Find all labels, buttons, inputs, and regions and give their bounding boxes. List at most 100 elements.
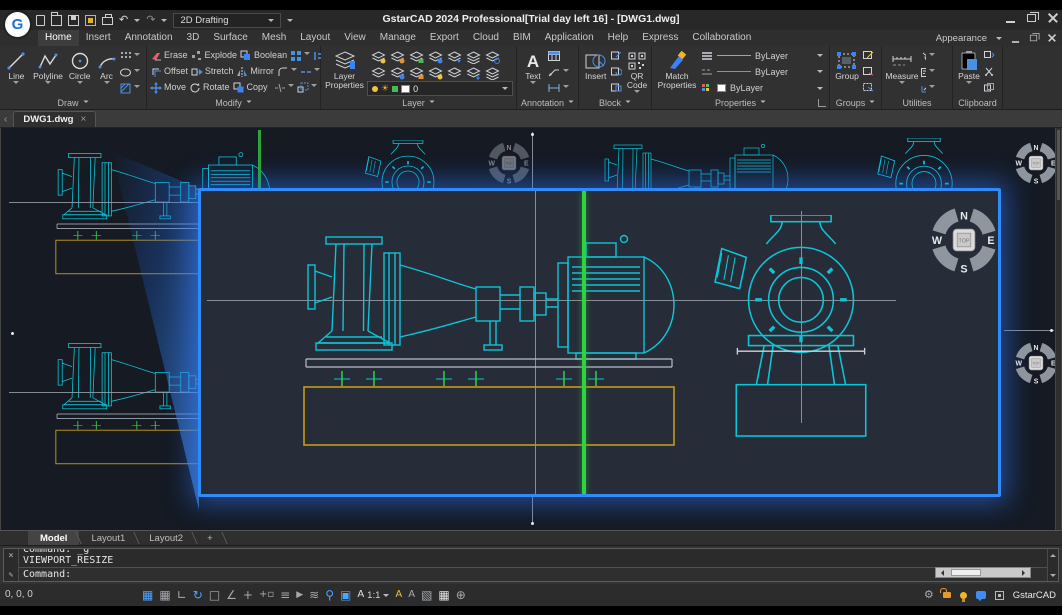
viewport-green-highlight-line[interactable] <box>582 191 586 497</box>
qr-code-button[interactable]: QR Code <box>626 48 648 96</box>
line-button[interactable]: Line <box>3 48 30 96</box>
add-layout-button[interactable]: + <box>195 531 225 545</box>
angle-snap-icon[interactable]: ∠ <box>226 589 237 601</box>
move-button[interactable]: Move <box>164 82 186 92</box>
zoom-tool-icon[interactable]: ⚲ <box>325 589 334 601</box>
layer-isolate-icon[interactable]: ≋ <box>309 589 319 601</box>
object-tracking-icon[interactable]: +▫ <box>259 589 274 601</box>
doc-close-icon[interactable] <box>1048 34 1056 42</box>
drawing-canvas[interactable]: N S W E TOP <box>0 128 1062 530</box>
ortho-mode-icon[interactable]: ∟ <box>177 589 187 601</box>
trim-chevron-icon[interactable] <box>288 84 294 90</box>
tab-home[interactable]: Home <box>38 30 79 46</box>
doc-restore-icon[interactable] <box>1030 35 1037 41</box>
paste-button[interactable]: Paste <box>956 48 982 96</box>
scrollbar-thumb[interactable] <box>1057 130 1060 200</box>
tab-mesh[interactable]: Mesh <box>255 30 293 46</box>
panel-clipboard-label[interactable]: Clipboard <box>953 96 1002 109</box>
layer-bulb-icon[interactable] <box>372 86 378 92</box>
table-cells-icon[interactable]: ▦ <box>438 589 449 601</box>
redo-chevron-icon[interactable] <box>161 19 167 25</box>
layer-on-icon[interactable] <box>371 51 382 62</box>
command-edit-icon[interactable]: ✎ <box>9 570 14 579</box>
leader-button[interactable] <box>548 64 574 80</box>
snap-mode-icon[interactable]: ▦ <box>142 589 153 601</box>
offset-button[interactable]: Offset <box>164 66 188 76</box>
viewport-pump-end-view[interactable] <box>706 215 896 455</box>
tab-annotation[interactable]: Annotation <box>118 30 180 46</box>
layer-isolate-icon[interactable] <box>428 67 439 78</box>
layer-unisolate-icon[interactable] <box>447 67 458 78</box>
document-tab-dwg1[interactable]: DWG1.dwg × <box>13 111 96 127</box>
group-edit-icon[interactable] <box>863 51 874 62</box>
polyline-button[interactable]: Polyline <box>32 48 65 96</box>
copy-base-icon[interactable] <box>984 83 995 94</box>
annotation-visibility-icon[interactable]: A <box>395 589 402 601</box>
lightbulb-icon[interactable] <box>960 592 967 599</box>
redo-icon[interactable]: ↷ <box>146 15 155 26</box>
block-edit-icon[interactable] <box>611 51 622 62</box>
panel-block-label[interactable]: Block <box>579 96 651 109</box>
auto-annotation-icon[interactable]: A <box>408 589 415 601</box>
scroll-left-icon[interactable] <box>938 570 944 576</box>
isometric-grid-icon[interactable]: ▧ <box>421 589 432 601</box>
polar-tracking-icon[interactable]: ↻ <box>193 589 203 601</box>
tab-layout[interactable]: Layout <box>293 30 337 46</box>
tab-insert[interactable]: Insert <box>79 30 118 46</box>
selection-cycling-icon[interactable]: ▶ <box>296 589 303 601</box>
qat-customize-icon[interactable] <box>287 19 293 25</box>
text-button[interactable]: A Text <box>520 48 546 96</box>
panel-layer-label[interactable]: Layer <box>321 96 516 109</box>
unlock-icon[interactable] <box>943 592 951 598</box>
array-chevron-icon[interactable] <box>304 52 310 58</box>
tab-layout1[interactable]: Layout1 <box>79 531 137 545</box>
layer-select-dropdown[interactable]: ☀ 0 <box>367 81 513 96</box>
command-close-icon[interactable]: × <box>8 551 13 561</box>
tab-surface[interactable]: Surface <box>206 30 254 46</box>
settings-gear-icon[interactable]: ⚙ <box>924 589 934 601</box>
properties-dialog-launcher-icon[interactable] <box>818 99 826 107</box>
layer-freeze-icon[interactable] <box>390 67 401 78</box>
id-point-icon[interactable] <box>921 80 935 96</box>
panel-annotation-label[interactable]: Annotation <box>517 96 578 109</box>
break-chevron-icon[interactable] <box>314 68 320 74</box>
layer-lock-state-icon[interactable] <box>392 86 398 92</box>
snap-to-point-icon[interactable]: + <box>243 589 253 601</box>
tab-application[interactable]: Application <box>538 30 601 46</box>
new-file-icon[interactable] <box>36 15 45 26</box>
panel-modify-label[interactable]: Modify <box>147 96 320 109</box>
minimize-icon[interactable] <box>1006 21 1015 23</box>
feedback-icon[interactable] <box>976 591 986 599</box>
quick-select-icon[interactable] <box>921 48 935 64</box>
layer-sun-icon[interactable]: ☀ <box>381 83 389 94</box>
scale-chevron-icon[interactable] <box>311 84 317 90</box>
command-horizontal-scrollbar[interactable] <box>935 567 1031 578</box>
tab-bim[interactable]: BIM <box>506 30 538 46</box>
tab-3d[interactable]: 3D <box>180 30 207 46</box>
boolean-button[interactable]: Boolean <box>254 50 287 60</box>
scrollbar-thumb[interactable] <box>951 569 981 576</box>
restore-icon[interactable] <box>1027 14 1036 22</box>
undo-chevron-icon[interactable] <box>134 19 140 25</box>
layer-match-icon[interactable] <box>466 51 477 62</box>
chevron-down-icon[interactable] <box>502 87 508 93</box>
hatch-button[interactable] <box>120 80 143 96</box>
viewport-pump-assembly-side[interactable] <box>296 231 776 461</box>
layer-color-icon[interactable] <box>428 51 439 62</box>
magnified-viewport[interactable] <box>198 188 1001 497</box>
cut-icon[interactable] <box>984 67 995 78</box>
panel-utilities-label[interactable]: Utilities <box>882 96 952 109</box>
layer-off-icon[interactable] <box>371 67 382 78</box>
tab-express[interactable]: Express <box>635 30 685 46</box>
insert-button[interactable]: Insert <box>582 48 609 96</box>
panel-draw-label[interactable]: Draw <box>0 96 146 109</box>
gstarcad-logo-icon[interactable]: G <box>5 12 30 37</box>
viewcube-compass-mid-right[interactable] <box>1013 340 1059 386</box>
fillet-chevron-icon[interactable] <box>291 68 297 74</box>
save-as-icon[interactable] <box>85 15 96 26</box>
tab-nav-left-icon[interactable]: ‹ <box>4 114 7 125</box>
match-properties-button[interactable]: Match Properties <box>655 48 699 96</box>
tab-view[interactable]: View <box>337 30 373 46</box>
panel-properties-label[interactable]: Properties <box>652 96 829 109</box>
group-select-icon[interactable] <box>863 83 874 94</box>
